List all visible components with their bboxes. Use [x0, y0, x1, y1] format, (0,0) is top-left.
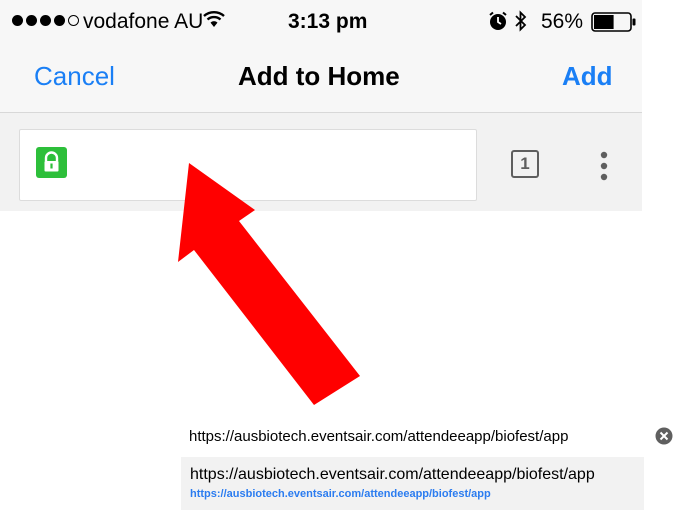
lock-icon — [36, 147, 67, 178]
more-menu-icon[interactable] — [597, 151, 611, 183]
clear-icon[interactable] — [655, 427, 673, 445]
bluetooth-icon — [515, 10, 527, 32]
page-title: Add to Home — [238, 61, 400, 91]
cancel-button[interactable]: Cancel — [34, 61, 115, 92]
status-bar: vodafone AU 3:13 pm 56% — [0, 0, 642, 44]
screen: vodafone AU 3:13 pm 56% Cancel Add to Ho… — [0, 0, 682, 519]
suggestion-url: https://ausbiotech.eventsair.com/attende… — [190, 488, 491, 500]
red-arrow-icon — [178, 163, 360, 405]
battery-percent: 56% — [541, 10, 584, 33]
tab-switcher-icon[interactable]: 1 — [511, 150, 539, 178]
wifi-icon — [203, 11, 225, 27]
url-suggestion[interactable]: https://ausbiotech.eventsair.com/attende… — [181, 457, 644, 510]
url-input[interactable]: https://ausbiotech.eventsair.com/attende… — [189, 428, 568, 445]
signal-dots-icon — [12, 15, 79, 26]
add-button[interactable]: Add — [562, 61, 613, 92]
carrier-name: vodafone AU — [83, 10, 204, 33]
battery-icon — [591, 12, 636, 32]
suggestion-title: https://ausbiotech.eventsair.com/attende… — [190, 466, 595, 483]
clock-time: 3:13 pm — [288, 10, 368, 33]
alarm-icon — [489, 11, 507, 30]
navigation-bar: Cancel Add to Home Add — [0, 44, 642, 113]
